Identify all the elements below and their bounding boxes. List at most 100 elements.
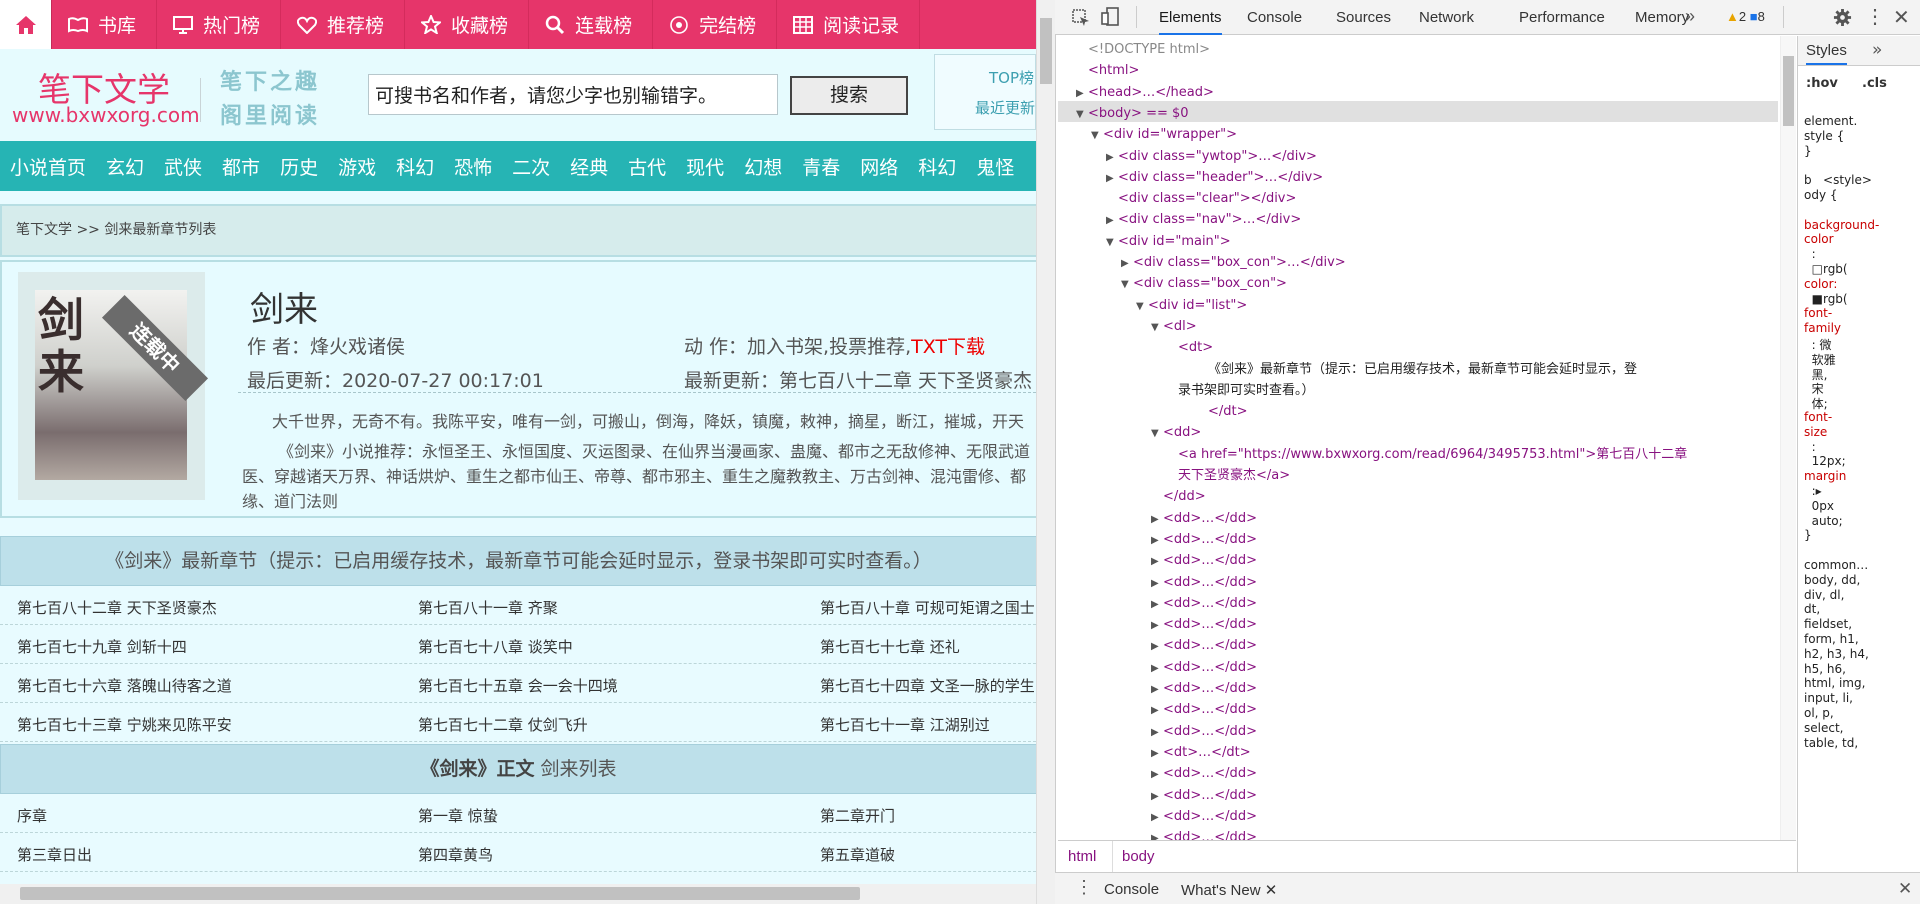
home-button[interactable] (0, 0, 52, 49)
expand-triangle-icon[interactable]: ▶ (1151, 807, 1163, 828)
dom-node[interactable]: ▶ <dd>…</dd> (1151, 827, 1257, 840)
dom-node[interactable]: ▶ <dd>…</dd> (1151, 529, 1257, 550)
dom-node[interactable]: ▶ <div class="ywtop">…</div> (1106, 146, 1317, 167)
nav-wanjie[interactable]: 完结榜 (653, 0, 778, 49)
search-button[interactable]: 搜索 (790, 76, 908, 115)
expand-triangle-icon[interactable]: ▼ (1121, 274, 1133, 295)
recent-update-link[interactable]: 最近更新 (975, 97, 1035, 118)
inspect-element-icon[interactable] (1071, 8, 1091, 28)
devtools-tab-memory[interactable]: Memory (1635, 0, 1689, 35)
dom-tree-scroll-thumb[interactable] (1783, 56, 1794, 126)
category-item[interactable]: 恐怖 (454, 153, 492, 180)
expand-triangle-icon[interactable]: ▶ (1151, 658, 1163, 679)
expand-triangle-icon[interactable]: ▶ (1151, 615, 1163, 636)
expand-triangle-icon[interactable]: ▶ (1151, 679, 1163, 700)
expand-triangle-icon[interactable]: ▶ (1151, 509, 1163, 530)
dom-node[interactable]: ▶ <div class="box_con">…</div> (1121, 252, 1346, 273)
latest-chapter-link[interactable]: 最新更新：第七百八十二章 天下圣贤豪杰 (684, 366, 1032, 393)
nav-history[interactable]: 阅读记录 (777, 0, 921, 49)
crumb-html[interactable]: html (1068, 848, 1096, 865)
chapter-link[interactable]: 第七百七十一章 江湖别过 (820, 714, 990, 735)
dom-node[interactable]: <html> (1076, 60, 1139, 81)
dom-node[interactable]: ▼ <div id="list"> (1136, 295, 1247, 316)
dom-node[interactable]: ▶ <dd>…</dd> (1151, 593, 1257, 614)
book-cover[interactable]: 剑来 连载中 (18, 272, 209, 500)
dom-node[interactable]: ▼ <div id="main"> (1106, 231, 1231, 252)
category-item[interactable]: 科幻 (918, 153, 956, 180)
kebab-menu-icon[interactable]: ⋮ (1865, 4, 1885, 29)
nav-shoucang[interactable]: 收藏榜 (405, 0, 530, 49)
devtools-tab-network[interactable]: Network (1419, 0, 1474, 35)
dom-node[interactable]: ▼ <dl> (1151, 316, 1197, 337)
category-item[interactable]: 经典 (570, 153, 608, 180)
chapter-link[interactable]: 第七百七十五章 会一会十四境 (418, 675, 618, 696)
nav-lianzai[interactable]: 连载榜 (529, 0, 654, 49)
devtools-tab-elements[interactable]: Elements (1159, 0, 1222, 35)
devtools-tab-sources[interactable]: Sources (1336, 0, 1391, 35)
dom-node[interactable]: ▶ <dd>…</dd> (1151, 635, 1257, 656)
expand-triangle-icon[interactable]: ▼ (1151, 423, 1163, 444)
dom-node[interactable]: ▼ <body> == $0 (1076, 103, 1189, 124)
expand-triangle-icon[interactable]: ▼ (1091, 125, 1103, 146)
expand-triangle-icon[interactable]: ▶ (1106, 168, 1118, 189)
chapter-link[interactable]: 第七百七十六章 落魄山待客之道 (17, 675, 232, 696)
gear-icon[interactable] (1833, 8, 1852, 27)
cls-filter[interactable]: .cls (1862, 76, 1887, 91)
dom-node[interactable]: ▶ <dd>…</dd> (1151, 508, 1257, 529)
devtools-tab-performance[interactable]: Performance (1519, 0, 1605, 35)
chapter-link[interactable]: 第七百七十七章 还礼 (820, 636, 960, 657)
dom-node[interactable]: <a href="https://www.bxwxorg.com/read/69… (1166, 444, 1687, 465)
category-item[interactable]: 鬼怪 (976, 153, 1014, 180)
dom-tree-scrollbar[interactable] (1780, 36, 1796, 840)
dom-node[interactable]: ▶ <dd>…</dd> (1151, 699, 1257, 720)
nav-shuku[interactable]: 书库 (52, 0, 158, 49)
top-rank-link[interactable]: TOP榜 (989, 67, 1034, 88)
nav-tuijian[interactable]: 推荐榜 (281, 0, 406, 49)
dom-node[interactable]: ▶ <div class="header">…</div> (1106, 167, 1323, 188)
category-item[interactable]: 武侠 (164, 153, 202, 180)
category-item[interactable]: 二次 (512, 153, 550, 180)
dom-node[interactable]: ▶ <dd>…</dd> (1151, 550, 1257, 571)
site-logo-url[interactable]: www.bxwxorg.com (12, 103, 200, 127)
chapter-link[interactable]: 第七百七十八章 谈笑中 (418, 636, 573, 657)
expand-triangle-icon[interactable]: ▶ (1121, 253, 1133, 274)
chapter-link[interactable]: 第七百八十二章 天下圣贤豪杰 (17, 597, 217, 618)
expand-triangle-icon[interactable]: ▶ (1076, 83, 1088, 104)
dom-node[interactable]: ▼ <div id="wrapper"> (1091, 124, 1237, 145)
expand-triangle-icon[interactable]: ▼ (1076, 104, 1088, 125)
chapter-link[interactable]: 序章 (17, 805, 47, 826)
device-toolbar-icon[interactable] (1101, 7, 1121, 27)
styles-more-icon[interactable]: » (1872, 40, 1882, 60)
expand-triangle-icon[interactable]: ▶ (1106, 210, 1118, 231)
category-item[interactable]: 都市 (222, 153, 260, 180)
chapter-link[interactable]: 第五章道破 (820, 844, 895, 865)
nav-remen[interactable]: 热门榜 (157, 0, 282, 49)
category-item[interactable]: 小说首页 (10, 153, 86, 180)
expand-triangle-icon[interactable]: ▶ (1151, 700, 1163, 721)
close-icon[interactable]: ✕ (1265, 882, 1278, 899)
dom-node[interactable]: ▶ <dd>…</dd> (1151, 614, 1257, 635)
txt-download-link[interactable]: TXT下载 (911, 336, 985, 358)
dom-node[interactable]: </dt> (1196, 401, 1248, 422)
dom-node[interactable]: ▶ <head>…</head> (1076, 82, 1214, 103)
expand-triangle-icon[interactable]: ▶ (1151, 594, 1163, 615)
category-item[interactable]: 青春 (802, 153, 840, 180)
chapter-link[interactable]: 第一章 惊蛰 (418, 805, 498, 826)
category-item[interactable]: 历史 (280, 153, 318, 180)
chapter-link[interactable]: 第七百八十一章 齐聚 (418, 597, 558, 618)
expand-triangle-icon[interactable]: ▶ (1151, 530, 1163, 551)
chapter-link[interactable]: 第七百八十章 可规可矩谓之国士 (820, 597, 1035, 618)
dom-node[interactable]: </dd> (1151, 486, 1206, 507)
expand-triangle-icon[interactable]: ▼ (1106, 232, 1118, 253)
vertical-scrollbar[interactable] (1036, 0, 1055, 904)
dom-node[interactable]: <dt> (1166, 337, 1213, 358)
dom-node[interactable]: ▶ <dd>…</dd> (1151, 678, 1257, 699)
expand-triangle-icon[interactable]: ▶ (1106, 147, 1118, 168)
issue-counters[interactable]: ▲2 ■8 (1726, 9, 1765, 24)
vertical-scroll-thumb[interactable] (1040, 18, 1052, 84)
category-item[interactable]: 游戏 (338, 153, 376, 180)
category-item[interactable]: 网络 (860, 153, 898, 180)
expand-triangle-icon[interactable]: ▼ (1151, 317, 1163, 338)
category-item[interactable]: 古代 (628, 153, 666, 180)
chapter-link[interactable]: 第七百七十二章 仗剑飞升 (418, 714, 588, 735)
